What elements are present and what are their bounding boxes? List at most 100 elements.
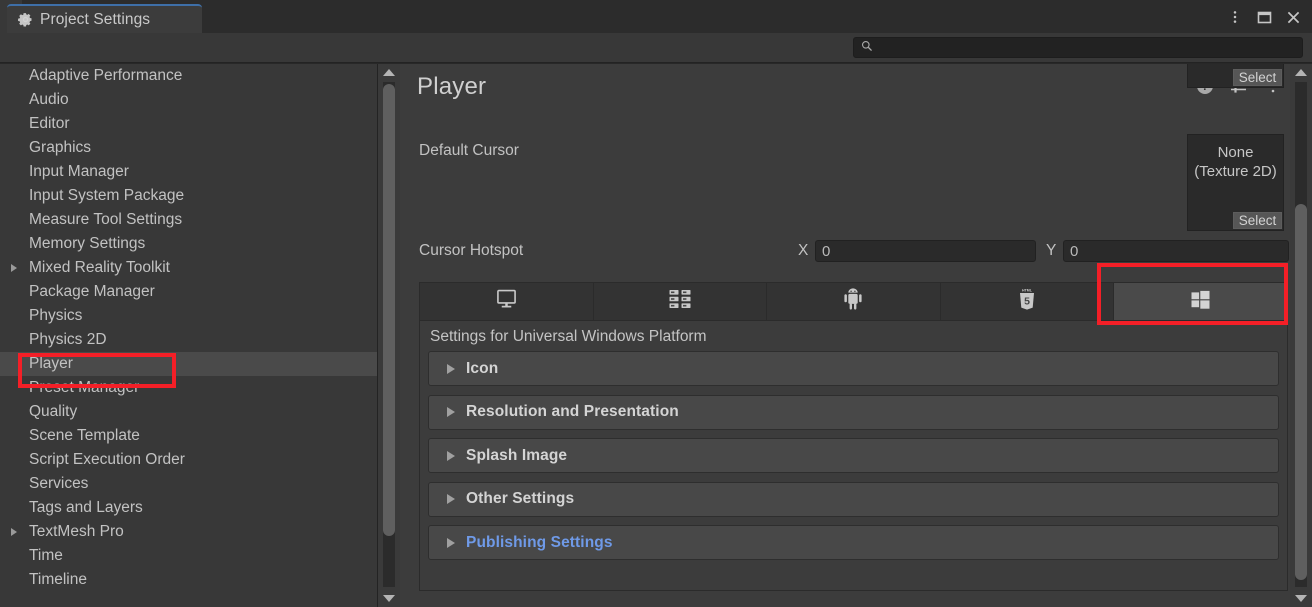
sidebar-item-label: Tags and Layers [29, 499, 143, 517]
platform-tab-android[interactable] [767, 283, 941, 320]
sidebar-item-services[interactable]: Services [0, 472, 377, 496]
expand-triangle-icon[interactable] [11, 528, 17, 536]
sidebar-item-label: Physics 2D [29, 331, 107, 349]
settings-category-list[interactable]: Adaptive PerformanceAudio Editor Graphics I… [0, 64, 378, 607]
select-button-above[interactable]: Select [1233, 69, 1282, 86]
sidebar-item-label: Preset Manager [29, 379, 139, 397]
player-settings-panel: Player ? [400, 64, 1290, 607]
default-cursor-select-button[interactable]: Select [1233, 212, 1282, 229]
maximize-icon[interactable] [1251, 5, 1277, 29]
sidebar-item-input-manager[interactable]: Input Manager [0, 160, 377, 184]
main-scrollbar[interactable] [1290, 64, 1312, 607]
sidebar-item-timeline[interactable]: Timeline [0, 568, 377, 592]
sidebar-item-scene-template[interactable]: Scene Template [0, 424, 377, 448]
sidebar-item-audio[interactable]: Audio [0, 88, 377, 112]
section-header-other-settings[interactable]: Other Settings [428, 482, 1279, 517]
sidebar-scrollbar[interactable] [378, 64, 400, 607]
section-header-splash-image[interactable]: Splash Image [428, 438, 1279, 473]
sidebar-item-label: Input System Package [29, 187, 184, 205]
sidebar-item-label: Measure Tool Settings [29, 211, 182, 229]
section-header-label: Splash Image [466, 447, 567, 465]
platform-tab-uwp[interactable] [1114, 283, 1287, 320]
section-header-label: Icon [466, 360, 498, 378]
search-input[interactable] [878, 41, 1302, 55]
object-field-above[interactable]: Select [1187, 64, 1284, 88]
window-controls [1222, 4, 1306, 30]
cursor-hotspot-x-input[interactable]: 0 [815, 240, 1036, 262]
section-header-publishing-settings[interactable]: Publishing Settings [428, 525, 1279, 560]
sidebar-item-label: Memory Settings [29, 235, 145, 253]
sidebar-item-label: Graphics [29, 139, 91, 157]
kebab-menu-icon[interactable] [1222, 5, 1248, 29]
sidebar-item-label: Scene Template [29, 427, 140, 445]
section-header-label: Other Settings [466, 490, 574, 508]
sidebar-item-input-system-package[interactable]: Input System Package [0, 184, 377, 208]
sidebar-item-script-execution-order[interactable]: Script Execution Order [0, 448, 377, 472]
platform-tab-dedicated-server[interactable] [594, 283, 768, 320]
project-settings-window: Project Settings [0, 0, 1312, 607]
search-field[interactable] [853, 37, 1303, 58]
section-header-icon[interactable]: Icon [428, 351, 1279, 386]
sidebar-item-memory-settings[interactable]: Memory Settings [0, 232, 377, 256]
section-header-label: Resolution and Presentation [466, 403, 679, 421]
sidebar-scroll-thumb[interactable] [383, 84, 395, 536]
sidebar-item-label: Physics [29, 307, 82, 325]
cursor-hotspot-y-input[interactable]: 0 [1063, 240, 1289, 262]
main-scroll-up-arrow[interactable] [1295, 69, 1307, 76]
html5-shield-icon: HTML 5 [1017, 287, 1037, 316]
expand-triangle-icon[interactable] [447, 364, 455, 374]
page-title: Player [417, 73, 486, 101]
platform-tab-standalone[interactable] [420, 283, 594, 320]
sidebar-item-textmesh-pro[interactable]: TextMesh Pro [0, 520, 377, 544]
sidebar-item-measure-tool-settings[interactable]: Measure Tool Settings [0, 208, 377, 232]
cursor-hotspot-y-label: Y [1046, 242, 1056, 260]
sidebar-item-label: Quality [29, 403, 77, 421]
search-icon [861, 39, 873, 57]
sidebar-item-label: Package Manager [29, 283, 155, 301]
sidebar-item-package-manager[interactable]: Package Manager [0, 280, 377, 304]
sidebar-item-label: Services [29, 475, 88, 493]
sidebar-item-editor[interactable]: Editor [0, 112, 377, 136]
default-cursor-object-field[interactable]: None (Texture 2D) Select [1187, 134, 1284, 231]
sidebar-scroll-down-arrow[interactable] [383, 595, 395, 602]
platform-tab-webgl[interactable]: HTML 5 [941, 283, 1115, 320]
platform-settings-body: Settings for Universal Windows Platform … [419, 321, 1288, 591]
expand-triangle-icon[interactable] [447, 451, 455, 461]
tab-label: Project Settings [40, 11, 150, 29]
sidebar-item-physics-2d[interactable]: Physics 2D [0, 328, 377, 352]
sidebar-item-graphics[interactable]: Graphics [0, 136, 377, 160]
section-header-label: Publishing Settings [466, 534, 613, 552]
sidebar-item-tags-and-layers[interactable]: Tags and Layers [0, 496, 377, 520]
window-titlebar: Project Settings [0, 0, 1312, 33]
expand-triangle-icon[interactable] [447, 494, 455, 504]
tab-project-settings[interactable]: Project Settings [7, 4, 202, 33]
close-icon[interactable] [1280, 5, 1306, 29]
main-scroll-thumb[interactable] [1295, 204, 1307, 580]
sidebar-scroll-up-arrow[interactable] [383, 69, 395, 76]
main-scroll-down-arrow[interactable] [1295, 595, 1307, 602]
default-cursor-value-line1: None [1188, 144, 1283, 161]
expand-triangle-icon[interactable] [447, 538, 455, 548]
sidebar-item-label: TextMesh Pro [29, 523, 124, 541]
sidebar-item-quality[interactable]: Quality [0, 400, 377, 424]
platform-tab-bar[interactable]: HTML 5 [419, 282, 1288, 321]
sidebar-item-player[interactable]: Player [0, 352, 377, 376]
sidebar-item-label: Player [29, 355, 73, 373]
section-header-resolution-and-presentation[interactable]: Resolution and Presentation [428, 395, 1279, 430]
sidebar-item-label: Time [29, 547, 63, 565]
platform-subtitle: Settings for Universal Windows Platform [430, 328, 707, 346]
sidebar-item-label: Editor [29, 115, 70, 133]
server-rack-icon [668, 288, 692, 315]
sidebar-item-mixed-reality-toolkit[interactable]: Mixed Reality Toolkit [0, 256, 377, 280]
android-robot-icon [843, 287, 863, 316]
expand-triangle-icon[interactable] [11, 264, 17, 272]
sidebar-item-adaptive-performance[interactable]: Adaptive Performance [0, 64, 377, 88]
expand-triangle-icon[interactable] [447, 407, 455, 417]
default-cursor-value-line2: (Texture 2D) [1188, 163, 1283, 180]
sidebar-item-preset-manager[interactable]: Preset Manager [0, 376, 377, 400]
sidebar-item-time[interactable]: Time [0, 544, 377, 568]
svg-text:5: 5 [1024, 296, 1030, 308]
search-toolbar [0, 33, 1312, 63]
default-cursor-label: Default Cursor [419, 142, 519, 160]
sidebar-item-physics[interactable]: Physics [0, 304, 377, 328]
